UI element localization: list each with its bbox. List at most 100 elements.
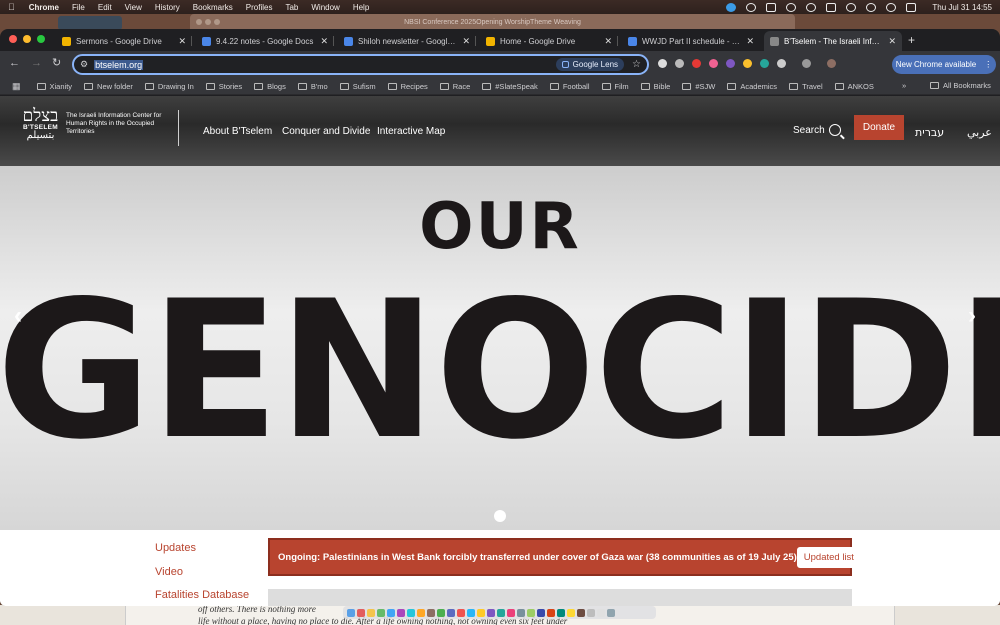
trash-icon[interactable] — [607, 608, 615, 617]
tab-search-icon[interactable] — [802, 59, 811, 68]
bookmarks-overflow-icon[interactable]: » — [902, 81, 906, 90]
close-tab-icon[interactable]: ✕ — [746, 36, 754, 47]
dock-app-icon[interactable] — [477, 608, 485, 617]
creative-cloud-icon[interactable] — [746, 2, 757, 12]
site-info-icon[interactable]: ⚙ — [80, 59, 88, 70]
dock-app-icon[interactable] — [367, 608, 375, 617]
dock-app-icon[interactable] — [557, 608, 565, 617]
donate-button[interactable]: Donate — [854, 115, 904, 140]
bookmark-folder[interactable]: Film — [601, 82, 629, 91]
close-window-button[interactable] — [9, 35, 17, 43]
bookmark-folder[interactable]: Sufism — [339, 82, 376, 91]
link-fatalities-database[interactable]: Fatalities Database — [155, 589, 249, 601]
link-video[interactable]: Video — [155, 566, 183, 578]
zoom-window-button[interactable] — [37, 35, 45, 43]
bookmark-folder[interactable]: New folder — [84, 82, 133, 91]
bookmark-folder[interactable]: Stories — [205, 82, 242, 91]
dock-app-icon[interactable] — [517, 608, 525, 617]
profile-avatar[interactable] — [827, 59, 836, 68]
bookmark-folder[interactable]: Football — [549, 82, 590, 91]
wifi-icon[interactable] — [866, 2, 877, 12]
url-text[interactable]: btselem.org — [94, 59, 144, 70]
bookmark-folder[interactable]: #SJW — [682, 82, 715, 91]
dock-app-icon[interactable] — [417, 608, 425, 617]
dock-app-icon[interactable] — [457, 608, 465, 617]
menu-edit[interactable]: Edit — [98, 3, 112, 12]
carousel-dot[interactable] — [494, 510, 506, 522]
nav-interactive-map[interactable]: Interactive Map — [377, 126, 445, 137]
menu-bookmarks[interactable]: Bookmarks — [193, 3, 233, 12]
tab-btselem[interactable]: B'Tselem - The Israeli Informa ✕ — [764, 31, 902, 51]
lang-arabic-link[interactable]: عربي — [967, 126, 992, 139]
extension-icon[interactable] — [726, 59, 735, 68]
close-tab-icon[interactable]: ✕ — [178, 36, 186, 47]
tab-newsletter[interactable]: Shiloh newsletter - Google Do ✕ — [338, 31, 476, 51]
menu-view[interactable]: View — [125, 3, 142, 12]
carousel-next-icon[interactable]: › — [968, 302, 976, 330]
bookmark-folder[interactable]: Drawing In — [144, 82, 194, 91]
bluetooth-icon[interactable] — [846, 2, 857, 12]
bookmark-folder[interactable]: Xianity — [36, 82, 72, 91]
link-updates[interactable]: Updates — [155, 542, 196, 554]
all-bookmarks-button[interactable]: All Bookmarks — [930, 81, 991, 90]
spotlight-icon[interactable] — [886, 2, 897, 12]
tab-notes[interactable]: 9.4.22 notes - Google Docs ✕ — [196, 31, 334, 51]
address-bar[interactable]: ⚙ btselem.org Google Lens ☆ — [72, 54, 649, 75]
bookmark-folder[interactable]: #SlateSpeak — [482, 82, 538, 91]
close-tab-icon[interactable]: ✕ — [888, 36, 896, 47]
bookmark-folder[interactable]: Travel — [789, 82, 823, 91]
dock-app-icon[interactable] — [357, 608, 365, 617]
tab-wwjd[interactable]: WWJD Part II schedule - Goo ✕ — [622, 31, 760, 51]
menu-help[interactable]: Help — [353, 3, 369, 12]
bookmark-folder[interactable]: Race — [439, 82, 470, 91]
dock-app-icon[interactable] — [377, 608, 385, 617]
menu-window[interactable]: Window — [311, 3, 339, 12]
dock-app-icon[interactable] — [447, 608, 455, 617]
dock-app-icon[interactable] — [437, 608, 445, 617]
search-button[interactable]: Search — [793, 124, 841, 136]
bookmark-folder[interactable]: Recipes — [387, 82, 428, 91]
menu-history[interactable]: History — [155, 3, 180, 12]
extension-icon[interactable] — [760, 59, 769, 68]
new-tab-icon[interactable]: + — [908, 33, 915, 47]
bookmark-folder[interactable]: Academics — [727, 82, 777, 91]
close-tab-icon[interactable]: ✕ — [604, 36, 612, 47]
tab-sermons[interactable]: Sermons - Google Drive ✕ — [56, 31, 192, 51]
control-center-icon[interactable] — [906, 2, 917, 12]
apps-grid-icon[interactable]: ▦ — [12, 81, 21, 92]
dock-app-icon[interactable] — [387, 608, 395, 617]
btselem-logo[interactable]: בצלם B'TSELEM بتسيلم — [18, 108, 63, 141]
puzzle-icon[interactable] — [777, 59, 786, 68]
timer-status-icon[interactable] — [806, 2, 817, 12]
dock-app-icon[interactable] — [577, 608, 585, 617]
dock-app-icon[interactable] — [397, 608, 405, 617]
dock-app-icon[interactable] — [467, 608, 475, 617]
dock-app-icon[interactable] — [597, 608, 605, 617]
new-chrome-button[interactable]: New Chrome available ⋮ — [892, 55, 996, 74]
finder-icon[interactable] — [347, 608, 355, 617]
bookmark-folder[interactable]: Bible — [640, 82, 670, 91]
nav-about[interactable]: About B'Tselem — [203, 126, 272, 137]
dock-app-icon[interactable] — [547, 608, 555, 617]
dock-app-icon[interactable] — [587, 608, 595, 617]
close-tab-icon[interactable]: ✕ — [462, 36, 470, 47]
hero-carousel[interactable]: OUR GENOCIDE ‹ › — [0, 166, 1000, 530]
carousel-prev-icon[interactable]: ‹ — [14, 302, 22, 330]
menu-tab[interactable]: Tab — [285, 3, 298, 12]
lang-hebrew-link[interactable]: עברית — [915, 126, 944, 139]
globe-status-icon[interactable] — [726, 2, 737, 12]
close-tab-icon[interactable]: ✕ — [320, 36, 328, 47]
dock-app-icon[interactable] — [487, 608, 495, 617]
bookmark-folder[interactable]: ANKOS — [834, 82, 874, 91]
dock-app-icon[interactable] — [567, 608, 575, 617]
tab-home-drive[interactable]: Home - Google Drive ✕ — [480, 31, 618, 51]
menu-file[interactable]: File — [72, 3, 85, 12]
updated-list-button[interactable]: Updated list — [796, 546, 861, 568]
ongoing-banner[interactable]: Ongoing: Palestinians in West Bank forci… — [268, 538, 861, 576]
extension-icon[interactable] — [692, 59, 701, 68]
dock-app-icon[interactable] — [427, 608, 435, 617]
reload-icon[interactable]: ↻ — [52, 58, 61, 69]
bookmark-folder[interactable]: Blogs — [254, 82, 286, 91]
menu-profiles[interactable]: Profiles — [246, 3, 273, 12]
extension-icon[interactable] — [658, 59, 667, 68]
